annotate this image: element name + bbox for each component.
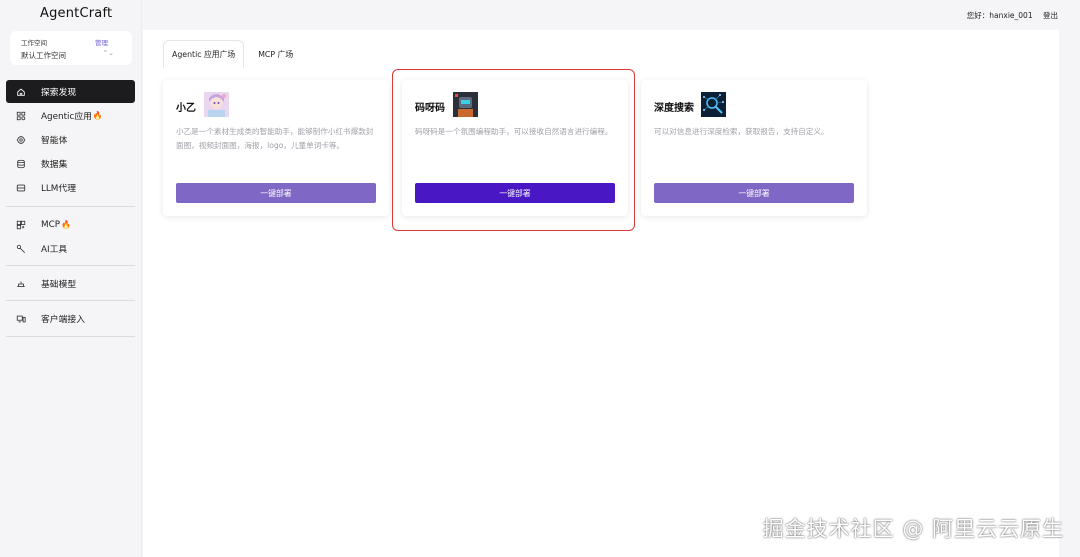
sidebar-item-label: 探索发现 bbox=[41, 88, 77, 98]
chevron-updown-icon: ⌃⌄ bbox=[102, 49, 114, 57]
card-title: 码呀码 bbox=[415, 103, 445, 114]
workspace-switcher[interactable]: 工作空间 管理 默认工作空间 ⌃⌄ bbox=[10, 31, 132, 65]
sidebar-divider bbox=[6, 265, 135, 266]
database-icon bbox=[15, 158, 27, 170]
sidebar-item-label: Agentic应用 bbox=[41, 112, 92, 122]
logout-link[interactable]: 登出 bbox=[1043, 11, 1058, 20]
sidebar-item-base-models[interactable]: 基础模型 bbox=[6, 272, 135, 295]
sidebar-item-label: 客户端接入 bbox=[41, 315, 85, 325]
sidebar-item-agentic-apps[interactable]: Agentic应用 🔥 bbox=[6, 104, 135, 127]
sidebar-item-label: 智能体 bbox=[41, 136, 68, 146]
apps-grid-icon bbox=[15, 110, 27, 122]
app-card-xiaoyi[interactable]: 小乙 小乙是一个素材生成类的智能助手，能够制作小红书爆款封面图，视频封面图，海报… bbox=[163, 80, 389, 216]
card-description: 码呀码是一个氛围编程助手，可以接收自然语言进行编程。 bbox=[415, 127, 613, 136]
sidebar-nav-group-2: MCP 🔥 AI工具 bbox=[6, 213, 135, 260]
tab-bar: Agentic 应用广场 MCP 广场 bbox=[163, 40, 307, 68]
agent-icon bbox=[15, 134, 27, 146]
sidebar-item-label: 数据集 bbox=[41, 160, 68, 170]
mcp-icon bbox=[15, 219, 27, 231]
tab-agentic-plaza[interactable]: Agentic 应用广场 bbox=[163, 40, 245, 68]
sidebar-item-datasets[interactable]: 数据集 bbox=[6, 152, 135, 175]
sidebar-item-mcp[interactable]: MCP 🔥 bbox=[6, 213, 135, 236]
username: hanxie_001 bbox=[989, 11, 1033, 20]
user-header: 您好：hanxie_001 登出 bbox=[959, 10, 1058, 21]
sidebar-item-label: 基础模型 bbox=[41, 280, 77, 290]
sidebar-item-label: LLM代理 bbox=[41, 184, 76, 194]
robot-avatar-icon bbox=[453, 92, 478, 117]
fire-icon: 🔥 bbox=[92, 111, 103, 120]
proxy-icon bbox=[15, 182, 27, 194]
greeting-text: 您好：hanxie_001 bbox=[967, 11, 1033, 20]
sidebar-nav-group-4: 客户端接入 bbox=[6, 307, 135, 330]
sidebar: AgentCraft 工作空间 管理 默认工作空间 ⌃⌄ 探索发现 Agenti… bbox=[0, 0, 142, 557]
card-description: 可以对信息进行深度检索，获取报告，支持自定义。 bbox=[654, 127, 829, 136]
workspace-current[interactable]: 默认工作空间 bbox=[21, 50, 66, 61]
workspace-manage-link[interactable]: 管理 bbox=[95, 37, 108, 47]
card-title: 小乙 bbox=[176, 103, 196, 114]
greeting-label: 您好： bbox=[966, 11, 990, 20]
search-network-icon bbox=[701, 92, 726, 117]
app-card-mayama[interactable]: 码呀码 码呀码是一个氛围编程助手，可以接收自然语言进行编程。 一键部署 bbox=[402, 80, 628, 216]
sidebar-divider bbox=[6, 206, 135, 207]
deploy-button[interactable]: 一键部署 bbox=[654, 183, 854, 203]
watermark: 掘金技术社区 @ 阿里云云原生 bbox=[762, 517, 1064, 541]
app-title: AgentCraft bbox=[40, 6, 113, 21]
sidebar-nav: 探索发现 Agentic应用 🔥 智能体 数据集 LLM代理 bbox=[6, 80, 135, 199]
deploy-button[interactable]: 一键部署 bbox=[415, 183, 615, 203]
home-icon bbox=[15, 86, 27, 98]
client-icon bbox=[15, 313, 27, 325]
tab-mcp-plaza[interactable]: MCP 广场 bbox=[250, 40, 301, 68]
model-icon bbox=[15, 278, 27, 290]
sidebar-item-llm-proxy[interactable]: LLM代理 bbox=[6, 176, 135, 199]
sidebar-item-explore[interactable]: 探索发现 bbox=[6, 80, 135, 103]
card-description: 小乙是一个素材生成类的智能助手，能够制作小红书爆款封面图，视频封面图，海报，lo… bbox=[176, 127, 374, 150]
card-title: 深度搜索 bbox=[654, 103, 694, 114]
sidebar-divider bbox=[6, 336, 135, 337]
deploy-button[interactable]: 一键部署 bbox=[176, 183, 376, 203]
sidebar-item-label: AI工具 bbox=[41, 245, 68, 255]
anime-avatar-icon bbox=[204, 92, 229, 117]
sidebar-item-client-access[interactable]: 客户端接入 bbox=[6, 307, 135, 330]
sidebar-item-agents[interactable]: 智能体 bbox=[6, 128, 135, 151]
app-card-deep-search[interactable]: 深度搜索 可以对信息进行深度检索，获取报告，支持自定义。 一键部署 bbox=[641, 80, 867, 216]
main-content: Agentic 应用广场 MCP 广场 小乙 小乙是一个素材生成类的智能助手，能… bbox=[143, 30, 1059, 557]
fire-icon: 🔥 bbox=[61, 220, 72, 229]
sidebar-nav-group-3: 基础模型 bbox=[6, 272, 135, 295]
workspace-label: 工作空间 bbox=[21, 39, 47, 47]
sidebar-item-ai-tools[interactable]: AI工具 bbox=[6, 237, 135, 260]
wrench-icon bbox=[15, 243, 27, 255]
sidebar-divider bbox=[6, 300, 135, 301]
sidebar-item-label: MCP bbox=[41, 219, 61, 230]
